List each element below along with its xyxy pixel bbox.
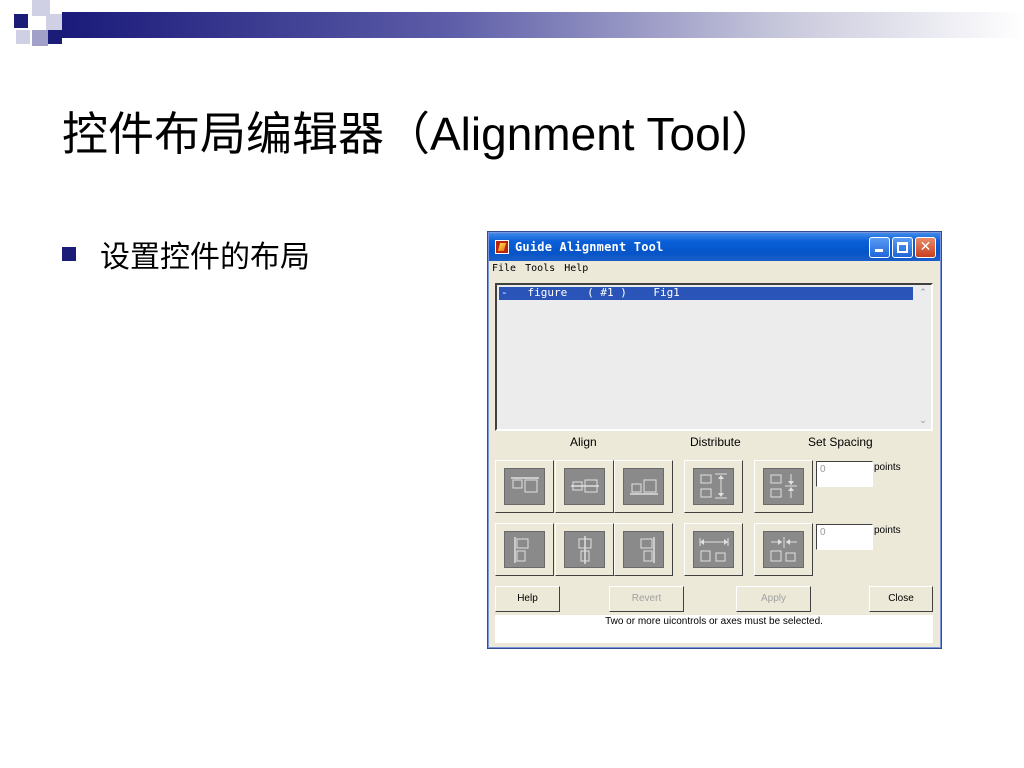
- maximize-button[interactable]: [892, 237, 913, 258]
- set-spacing-section-label: Set Spacing: [808, 435, 873, 449]
- bullet-marker: [62, 247, 76, 261]
- distribute-horizontal-icon: [699, 538, 729, 562]
- align-left-button[interactable]: [495, 523, 554, 576]
- menu-help[interactable]: Help: [564, 263, 588, 279]
- distribute-vertical-button[interactable]: [684, 460, 743, 513]
- scroll-down-icon[interactable]: ⌄: [916, 414, 930, 428]
- help-button[interactable]: Help: [495, 586, 560, 612]
- align-right-button[interactable]: [614, 523, 673, 576]
- distribute-section-label: Distribute: [690, 435, 741, 449]
- set-vertical-spacing-button[interactable]: [754, 460, 813, 513]
- alignment-tool-window: Guide Alignment Tool ✕ File Tools Help -…: [487, 231, 942, 649]
- distribute-vertical-icon: [700, 473, 727, 499]
- minimize-button[interactable]: [869, 237, 890, 258]
- align-horizontal-center-icon: [578, 536, 592, 564]
- horizontal-spacing-input[interactable]: 0: [816, 524, 873, 550]
- set-horizontal-spacing-icon: [770, 537, 797, 562]
- maximize-icon: [897, 242, 908, 253]
- distribute-horizontal-button[interactable]: [684, 523, 743, 576]
- slide-title: 控件布局编辑器（Alignment Tool）: [62, 108, 777, 160]
- menu-tools[interactable]: Tools: [525, 263, 555, 279]
- align-vertical-center-icon: [571, 479, 599, 493]
- close-icon: ✕: [919, 239, 932, 255]
- slide-header-decoration: [0, 0, 1024, 62]
- align-top-button[interactable]: [495, 460, 554, 513]
- align-section-label: Align: [570, 435, 597, 449]
- revert-button[interactable]: Revert: [609, 586, 684, 612]
- list-item-figure[interactable]: - figure ( #1 ) Fig1: [499, 287, 913, 300]
- align-bottom-button[interactable]: [614, 460, 673, 513]
- align-top-icon: [511, 477, 539, 493]
- apply-button[interactable]: Apply: [736, 586, 811, 612]
- vertical-spacing-unit: points: [874, 462, 901, 473]
- listbox-scrollbar[interactable]: ⌃ ⌄: [916, 286, 930, 428]
- set-horizontal-spacing-button[interactable]: [754, 523, 813, 576]
- close-window-button[interactable]: ✕: [915, 237, 936, 258]
- align-right-icon: [640, 537, 655, 563]
- align-horizontal-center-button[interactable]: [555, 523, 614, 576]
- matlab-app-icon: [495, 240, 509, 254]
- minimize-icon: [875, 249, 883, 252]
- vertical-spacing-input[interactable]: 0: [816, 461, 873, 487]
- set-vertical-spacing-icon: [770, 474, 797, 498]
- align-vertical-center-button[interactable]: [555, 460, 614, 513]
- menu-file[interactable]: File: [492, 263, 516, 279]
- bullet-item: 设置控件的布局: [62, 232, 310, 276]
- bullet-text: 设置控件的布局: [100, 240, 310, 275]
- align-bottom-icon: [630, 479, 658, 495]
- window-titlebar[interactable]: Guide Alignment Tool ✕: [489, 233, 940, 261]
- window-title: Guide Alignment Tool: [515, 240, 664, 254]
- object-listbox[interactable]: - figure ( #1 ) Fig1 ⌃ ⌄: [495, 283, 933, 431]
- horizontal-spacing-unit: points: [874, 525, 901, 536]
- close-button[interactable]: Close: [869, 586, 933, 612]
- scroll-up-icon[interactable]: ⌃: [916, 286, 930, 300]
- status-message: Two or more uicontrols or axes must be s…: [495, 615, 933, 643]
- align-left-icon: [514, 537, 529, 563]
- menu-bar: File Tools Help: [492, 263, 588, 279]
